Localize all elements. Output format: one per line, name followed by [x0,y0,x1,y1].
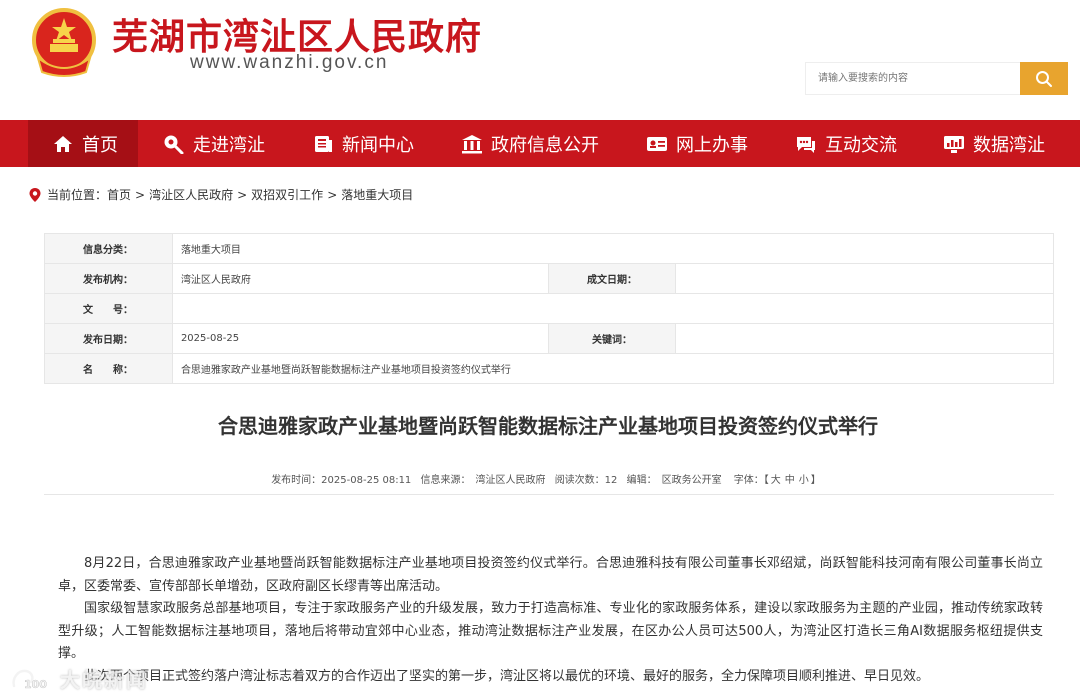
breadcrumb: 当前位置： 首页 > 湾沚区人民政府 > 双招双引工作 > 落地重大项目 [28,186,413,203]
article-paragraph: 8月22日，合思迪雅家政产业基地暨尚跃智能数据标注产业基地项目投资签约仪式举行。… [58,556,1043,594]
watermark-logo-icon: 100 [12,669,47,691]
location-icon [163,133,185,155]
breadcrumb-separator: > [327,187,338,202]
font-size-small-button[interactable]: 小 [799,475,809,486]
article-meta: 发布时间：2025-08-25 08:11 信息来源： 湾沚区人民政府 阅读次数… [0,471,1080,486]
info-source: 信息来源： 湾沚区人民政府 [420,475,546,486]
search-input[interactable] [806,63,1021,94]
font-size-medium-button[interactable]: 中 [785,475,795,486]
nav-item-interaction[interactable]: 互动交流 [795,120,897,167]
nav-item-home[interactable]: 首页 [28,120,138,167]
publish-time: 发布时间：2025-08-25 08:11 [271,475,412,486]
font-size-label: 字体： [733,475,764,486]
breadcrumb-separator: > [237,187,248,202]
watermark-text: 大皖新闻 [60,668,148,692]
site-url: www.wanzhi.gov.cn [190,52,389,73]
doc-number-label: 文 号： [44,293,173,324]
id-card-icon [646,133,668,155]
nav-label: 首页 [82,134,118,156]
doc-name-label: 名 称： [44,353,173,384]
watermark: 100 大皖新闻 [10,664,148,693]
nav-label: 走进湾沚 [193,134,265,156]
publisher-label: 发布机构： [44,263,173,294]
svg-text:100: 100 [24,678,47,691]
meta-divider [44,494,1054,495]
nav-label: 网上办事 [676,134,748,156]
nav-label: 数据湾沚 [973,134,1045,156]
news-icon [312,133,334,155]
table-row: 文 号： [44,293,1055,324]
nav-label: 政府信息公开 [491,134,599,156]
location-pin-icon [29,187,41,202]
breadcrumb-link-district-gov[interactable]: 湾沚区人民政府 [149,186,233,203]
main-nav: 首页 走进湾沚 新闻中心 政府信息公开 网上办事 互动交流 数据湾沚 [0,120,1080,167]
document-info-table: 信息分类： 落地重大项目 发布机构： 湾沚区人民政府 成文日期： 文 号： 发布… [44,233,1055,384]
category-label: 信息分类： [44,233,173,264]
nav-item-gov-info[interactable]: 政府信息公开 [461,120,599,167]
national-emblem-icon [32,8,96,77]
font-size-large-button[interactable]: 大 [771,475,781,486]
nav-item-data[interactable]: 数据湾沚 [943,120,1045,167]
nav-label: 互动交流 [825,134,897,156]
search-field[interactable] [805,62,1021,95]
nav-label: 新闻中心 [342,134,414,156]
breadcrumb-link-investment[interactable]: 双招双引工作 [251,186,323,203]
publisher-value: 湾沚区人民政府 [171,263,549,294]
keywords-label: 关键词： [547,323,677,354]
article-title: 合思迪雅家政产业基地暨尚跃智能数据标注产业基地项目投资签约仪式举行 [218,414,878,438]
home-icon [52,133,74,155]
view-count: 阅读次数：12 [554,475,618,486]
doc-name-value: 合思迪雅家政产业基地暨尚跃智能数据标注产业基地项目投资签约仪式举行 [171,353,1055,384]
data-icon [943,133,965,155]
editor: 编辑： 区政务公开室 [626,475,722,486]
nav-item-about[interactable]: 走进湾沚 [163,120,265,167]
chat-icon [795,133,817,155]
article-paragraph: 此次两个项目正式签约落户湾沚标志着双方的合作迈出了坚实的第一步，湾沚区将以最优的… [84,668,930,684]
created-date-label: 成文日期： [547,263,677,294]
publish-date-value: 2025-08-25 [171,323,549,354]
site-header: 芜湖市湾沚区人民政府 www.wanzhi.gov.cn [0,0,1080,120]
search-icon [1036,70,1052,87]
government-icon [461,133,483,155]
table-row: 名 称： 合思迪雅家政产业基地暨尚跃智能数据标注产业基地项目投资签约仪式举行 [44,353,1055,384]
table-row: 信息分类： 落地重大项目 [44,233,1055,264]
article-body: 8月22日，合思迪雅家政产业基地暨尚跃智能数据标注产业基地项目投资签约仪式举行。… [58,553,1043,688]
search-button[interactable] [1020,62,1068,95]
nav-item-news[interactable]: 新闻中心 [312,120,414,167]
doc-number-value [171,293,1055,324]
nav-item-online-service[interactable]: 网上办事 [646,120,748,167]
table-row: 发布机构： 湾沚区人民政府 成文日期： [44,263,1054,294]
category-value: 落地重大项目 [171,233,1055,264]
table-row: 发布日期： 2025-08-25 关键词： [44,323,1054,354]
created-date-value [675,263,1054,294]
keywords-value [675,323,1054,354]
font-size-control: 字体：【大中小】 [734,475,821,486]
breadcrumb-separator: > [135,187,146,202]
article-paragraph: 国家级智慧家政服务总部基地项目，专注于家政服务产业的升级发展，致力于打造高标准、… [58,601,1043,661]
breadcrumb-prefix: 当前位置： [47,188,108,202]
breadcrumb-link-major-projects[interactable]: 落地重大项目 [341,186,413,203]
font-bracket-close: 】 [810,475,821,486]
font-bracket-open: 【 [763,475,769,486]
breadcrumb-link-home[interactable]: 首页 [107,186,131,203]
publish-date-label: 发布日期： [44,323,173,354]
